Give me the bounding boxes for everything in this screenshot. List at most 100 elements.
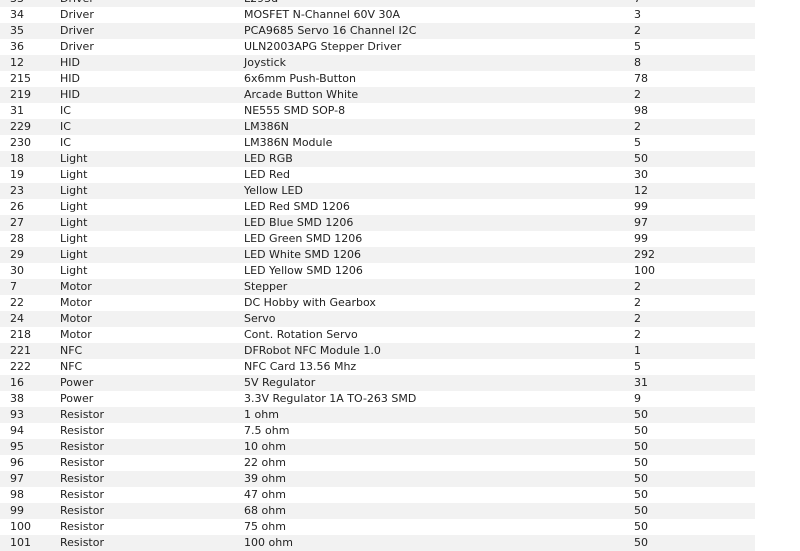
part-quantity: 50 [634, 520, 648, 533]
part-quantity: 5 [634, 360, 641, 373]
table-row: 230 IC LM386N Module 5 [0, 135, 755, 151]
table-row: 26 Light LED Red SMD 1206 99 [0, 199, 755, 215]
part-id: 31 [10, 104, 24, 117]
part-id: 38 [10, 392, 24, 405]
part-category: Resistor [60, 408, 104, 421]
part-id: 27 [10, 216, 24, 229]
part-category: Power [60, 392, 94, 405]
part-id: 24 [10, 312, 24, 325]
part-id: 99 [10, 504, 24, 517]
table-row: 24 Motor Servo 2 [0, 311, 755, 327]
part-id: 94 [10, 424, 24, 437]
part-name: NE555 SMD SOP-8 [244, 104, 346, 117]
table-row: 22 Motor DC Hobby with Gearbox 2 [0, 295, 755, 311]
part-quantity: 30 [634, 168, 648, 181]
part-quantity: 50 [634, 536, 648, 549]
part-id: 215 [10, 72, 31, 85]
part-quantity: 5 [634, 136, 641, 149]
part-name: 22 ohm [244, 456, 286, 469]
part-name: Servo [244, 312, 276, 325]
part-name: 1 ohm [244, 408, 279, 421]
table-row: 96 Resistor 22 ohm 50 [0, 455, 755, 471]
part-quantity: 50 [634, 472, 648, 485]
part-name: 6x6mm Push-Button [244, 72, 356, 85]
table-row: 97 Resistor 39 ohm 50 [0, 471, 755, 487]
part-category: IC [60, 136, 71, 149]
table-row: 219 HID Arcade Button White 2 [0, 87, 755, 103]
part-category: Motor [60, 328, 92, 341]
part-id: 18 [10, 152, 24, 165]
part-category: Resistor [60, 424, 104, 437]
part-quantity: 292 [634, 248, 655, 261]
part-id: 30 [10, 264, 24, 277]
table-row: 31 IC NE555 SMD SOP-8 98 [0, 103, 755, 119]
part-name: LED White SMD 1206 [244, 248, 361, 261]
part-quantity: 97 [634, 216, 648, 229]
part-name: MOSFET N-Channel 60V 30A [244, 8, 401, 21]
part-category: NFC [60, 344, 83, 357]
part-id: 230 [10, 136, 31, 149]
part-name: 7.5 ohm [244, 424, 290, 437]
part-quantity: 50 [634, 488, 648, 501]
part-name: Arcade Button White [244, 88, 359, 101]
part-category: Light [60, 216, 88, 229]
part-quantity: 3 [634, 8, 641, 21]
part-quantity: 78 [634, 72, 648, 85]
part-id: 221 [10, 344, 31, 357]
part-name: 3.3V Regulator 1A TO-263 SMD [244, 392, 417, 405]
part-name: 5V Regulator [244, 376, 316, 389]
part-category: Driver [60, 24, 94, 37]
part-quantity: 2 [634, 328, 641, 341]
part-id: 22 [10, 296, 24, 309]
part-category: Light [60, 232, 88, 245]
part-category: Resistor [60, 440, 104, 453]
table-row: 23 Light Yellow LED 12 [0, 183, 755, 199]
part-quantity: 2 [634, 24, 641, 37]
table-row: 36 Driver ULN2003APG Stepper Driver 5 [0, 39, 755, 55]
part-category: Driver [60, 0, 244, 7]
table-row: 222 NFC NFC Card 13.56 Mhz 5 [0, 359, 755, 375]
part-name: 10 ohm [244, 440, 286, 453]
table-row: 218 Motor Cont. Rotation Servo 2 [0, 327, 755, 343]
part-quantity: 99 [634, 232, 648, 245]
part-name: 47 ohm [244, 488, 286, 501]
part-quantity: 5 [634, 40, 641, 53]
table-row: 98 Resistor 47 ohm 50 [0, 487, 755, 503]
part-name: 39 ohm [244, 472, 286, 485]
table-row: 34 Driver MOSFET N-Channel 60V 30A 3 [0, 7, 755, 23]
part-id: 19 [10, 168, 24, 181]
table-row: 99 Resistor 68 ohm 50 [0, 503, 755, 519]
part-name: 68 ohm [244, 504, 286, 517]
table-row: 35 Driver PCA9685 Servo 16 Channel I2C 2 [0, 23, 755, 39]
table-row: 18 Light LED RGB 50 [0, 151, 755, 167]
part-name: LM386N [244, 120, 289, 133]
table-row: 29 Light LED White SMD 1206 292 [0, 247, 755, 263]
part-id: 218 [10, 328, 31, 341]
part-name: ULN2003APG Stepper Driver [244, 40, 402, 53]
part-name: Stepper [244, 280, 288, 293]
part-category: Light [60, 184, 88, 197]
part-id: 7 [10, 280, 17, 293]
part-id: 101 [10, 536, 31, 549]
part-id: 95 [10, 440, 24, 453]
part-name: LED Red [244, 168, 290, 181]
table-row: 28 Light LED Green SMD 1206 99 [0, 231, 755, 247]
part-id: 96 [10, 456, 24, 469]
part-id: 222 [10, 360, 31, 373]
part-quantity: 2 [634, 312, 641, 325]
part-id: 229 [10, 120, 31, 133]
part-category: Resistor [60, 504, 104, 517]
part-name: Yellow LED [244, 184, 303, 197]
part-name: LM386N Module [244, 136, 333, 149]
part-id: 34 [10, 8, 24, 21]
table-row: 7 Motor Stepper 2 [0, 279, 755, 295]
table-row: 101 Resistor 100 ohm 50 [0, 535, 755, 551]
part-category: Resistor [60, 456, 104, 469]
table-row: 16 Power 5V Regulator 31 [0, 375, 755, 391]
part-quantity: 50 [634, 456, 648, 469]
part-id: 36 [10, 40, 24, 53]
part-name: L293d [244, 0, 634, 7]
table-row: 100 Resistor 75 ohm 50 [0, 519, 755, 535]
part-category: Light [60, 264, 88, 277]
part-id: 219 [10, 88, 31, 101]
